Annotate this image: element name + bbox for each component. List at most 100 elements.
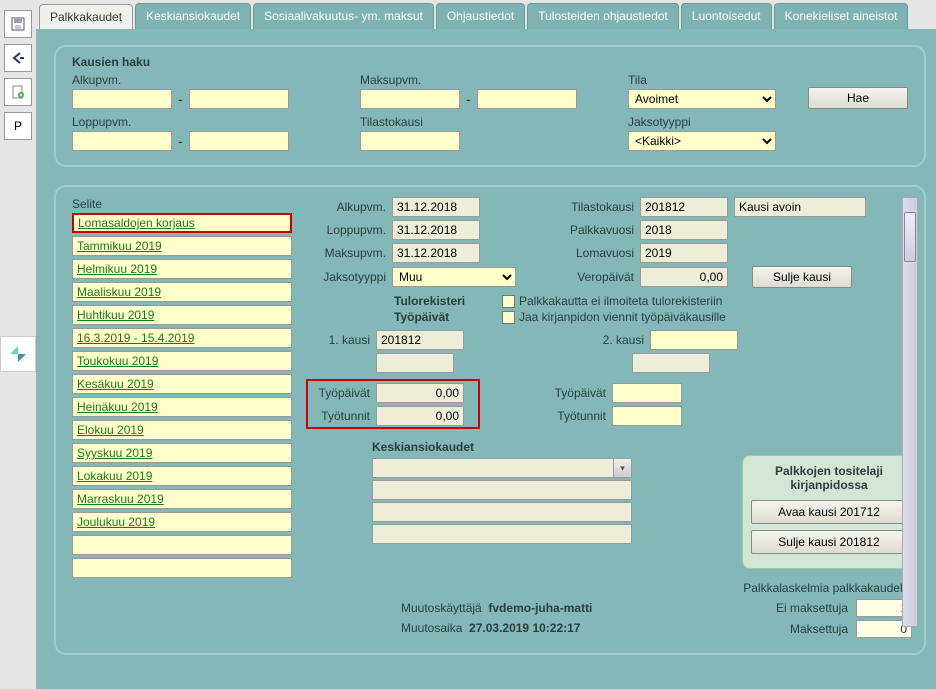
chevron-down-icon: ▾ [613,459,631,477]
tulorekisteri-checkbox[interactable] [502,295,515,308]
tab-bar: Palkkakaudet Keskiansiokaudet Sosiaaliva… [36,0,936,29]
kausi2-sub [632,353,710,373]
status-value: Kausi avoin [734,197,866,217]
footer-info: Muutoskäyttäjä fvdemo-juha-matti Muutosa… [401,601,592,641]
maksupvm-value: 31.12.2018 [392,243,480,263]
dash: - [464,91,473,107]
tab-tulosteiden[interactable]: Tulosteiden ohjaustiedot [527,3,679,29]
muutosaika-value: 27.03.2019 10:22:17 [469,621,580,635]
p-button[interactable]: P [4,112,32,140]
kausi1-value: 201812 [376,330,464,350]
list-item[interactable]: Huhtikuu 2019 [72,305,292,325]
hae-button[interactable]: Hae [808,87,908,109]
lomavuosi-value: 2019 [640,243,728,263]
tositelaji-box: Palkkojen tositelaji kirjanpidossa Avaa … [742,455,916,569]
highlight-box [306,379,480,429]
search-title: Kausien haku [72,55,908,69]
tilastokausi-value: 201812 [640,197,728,217]
tositelaji-title: Palkkojen tositelaji kirjanpidossa [751,464,907,492]
stats-area: Palkkalaskelmia palkkakaudella Ei makset… [743,581,912,641]
maksupvm-to-input[interactable] [477,89,577,109]
left-toolbar: P [0,0,36,689]
tab-sosiaalivakuutus[interactable]: Sosiaalivakuutus- ym. maksut [253,3,434,29]
kausi2-input[interactable] [650,330,738,350]
loppupvm-label: Loppupvm. [72,115,340,129]
palkkavuosi-value: 2018 [640,220,728,240]
alkupvm-from-input[interactable] [72,89,172,109]
list-item[interactable]: Tammikuu 2019 [72,236,292,256]
alkupvm-label: Alkupvm. [72,73,340,87]
back-icon[interactable] [4,44,32,72]
jaksotyyppi-select-detail[interactable]: Muu [392,267,516,287]
jaksotyyppi-label: Jaksotyyppi [628,115,788,129]
scroll-thumb[interactable] [904,212,916,262]
stats-title: Palkkalaskelmia palkkakaudella [743,581,912,595]
search-panel: Kausien haku Alkupvm. - Maksupvm. [54,45,926,167]
list-item[interactable]: Lokakuu 2019 [72,466,292,486]
tyopaivat-checkbox[interactable] [502,311,515,324]
tyotunnit2-label: Työtunnit [548,409,606,423]
list-item[interactable]: Syyskuu 2019 [72,443,292,463]
keskians-item [372,480,632,500]
maksettuja-label: Maksettuja [790,622,848,636]
sulje-kausi-button-2[interactable]: Sulje kausi 201812 [751,530,907,554]
loppupvm-label: Loppupvm. [312,223,386,237]
new-icon[interactable] [4,78,32,106]
tilastokausi-label: Tilastokausi [360,115,608,129]
tyopaivat-cb-label: Jaa kirjanpidon viennit työpäiväkausille [519,310,726,324]
scrollbar[interactable] [902,197,918,627]
tyopaivat2-label: Työpäivät [548,386,606,400]
list-item[interactable]: . [72,558,292,578]
tyotunnit2-input[interactable] [612,406,682,426]
tab-ohjaustiedot[interactable]: Ohjaustiedot [436,3,525,29]
maksupvm-label: Maksupvm. [360,73,608,87]
tab-palkkakaudet[interactable]: Palkkakaudet [39,4,133,30]
list-item[interactable]: Lomasaldojen korjaus [72,213,292,233]
list-item[interactable]: Heinäkuu 2019 [72,397,292,417]
jaksotyyppi-select[interactable]: <Kaikki> [628,131,776,151]
tyopaivat2-input[interactable] [612,383,682,403]
keskians-item [372,524,632,544]
tila-label: Tila [628,73,788,87]
alkupvm-label: Alkupvm. [312,200,386,214]
list-item[interactable]: Joulukuu 2019 [72,512,292,532]
list-item[interactable]: 16.3.2019 - 15.4.2019 [72,328,292,348]
app-logo-icon [0,336,36,372]
avaa-kausi-button[interactable]: Avaa kausi 201712 [751,500,907,524]
list-item[interactable]: Maaliskuu 2019 [72,282,292,302]
list-item[interactable]: Helmikuu 2019 [72,259,292,279]
alkupvm-to-input[interactable] [189,89,289,109]
dash: - [176,133,185,149]
dash: - [176,91,185,107]
loppupvm-from-input[interactable] [72,131,172,151]
kausi2-label: 2. kausi [586,333,644,347]
kausi1-sub [376,353,454,373]
tab-luontoisedut[interactable]: Luontoisedut [681,3,772,29]
tab-konekieliset[interactable]: Konekieliset aineistot [774,3,909,29]
tab-keskiansiokaudet[interactable]: Keskiansiokaudet [135,3,251,29]
loppupvm-to-input[interactable] [189,131,289,151]
jaksotyyppi-label: Jaksotyyppi [312,270,386,284]
tyopaivat-title: Työpäivät [394,310,494,324]
detail-panel: Selite Lomasaldojen korjaus Tammikuu 201… [54,185,926,655]
veropaivat-value: 0,00 [640,267,728,287]
save-icon[interactable] [4,10,32,38]
tilastokausi-input[interactable] [360,131,460,151]
list-item[interactable]: Elokuu 2019 [72,420,292,440]
list-item[interactable]: . [72,535,292,555]
muutosaika-label: Muutosaika [401,621,462,635]
keskians-item [372,502,632,522]
veropaivat-label: Veropäivät [548,270,634,284]
loppupvm-value: 31.12.2018 [392,220,480,240]
maksupvm-from-input[interactable] [360,89,460,109]
tilastokausi-label: Tilastokausi [548,200,634,214]
list-item[interactable]: Marraskuu 2019 [72,489,292,509]
alkupvm-value: 31.12.2018 [392,197,480,217]
lomavuosi-label: Lomavuosi [548,246,634,260]
sulje-kausi-button[interactable]: Sulje kausi [752,266,852,288]
selite-header: Selite [72,197,292,211]
keskians-select[interactable]: ▾ [372,458,632,478]
list-item[interactable]: Kesäkuu 2019 [72,374,292,394]
tila-select[interactable]: Avoimet [628,89,776,109]
list-item[interactable]: Toukokuu 2019 [72,351,292,371]
